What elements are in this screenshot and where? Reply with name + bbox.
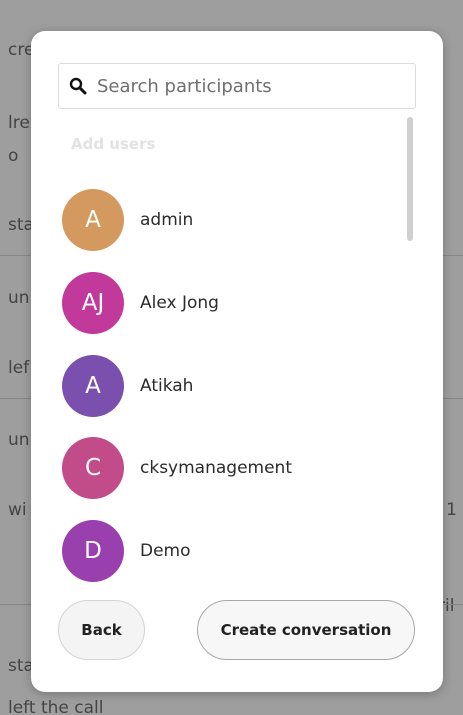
avatar: AJ bbox=[62, 272, 124, 334]
search-box bbox=[58, 63, 416, 109]
list-item[interactable]: AJ Alex Jong bbox=[62, 271, 382, 335]
search-input[interactable] bbox=[97, 64, 415, 108]
avatar: C bbox=[62, 437, 124, 499]
add-participants-dialog: Add users A admin AJ Alex Jong A Atikah … bbox=[31, 31, 443, 692]
create-conversation-button[interactable]: Create conversation bbox=[197, 600, 415, 660]
user-name: Atikah bbox=[140, 376, 194, 396]
list-item[interactable]: C cksymanagement bbox=[62, 436, 382, 500]
back-button[interactable]: Back bbox=[58, 600, 145, 660]
search-icon bbox=[69, 77, 87, 95]
section-label: Add users bbox=[71, 135, 156, 153]
avatar: D bbox=[62, 520, 124, 582]
list-item[interactable]: A admin bbox=[62, 188, 382, 252]
list-item[interactable]: D Demo bbox=[62, 519, 382, 583]
user-name: Alex Jong bbox=[140, 293, 219, 313]
user-name: Demo bbox=[140, 541, 191, 561]
list-item[interactable]: A Atikah bbox=[62, 354, 382, 418]
avatar: A bbox=[62, 189, 124, 251]
avatar: A bbox=[62, 355, 124, 417]
list-scrollbar[interactable] bbox=[407, 117, 413, 241]
user-name: admin bbox=[140, 210, 194, 230]
user-name: cksymanagement bbox=[140, 458, 292, 478]
